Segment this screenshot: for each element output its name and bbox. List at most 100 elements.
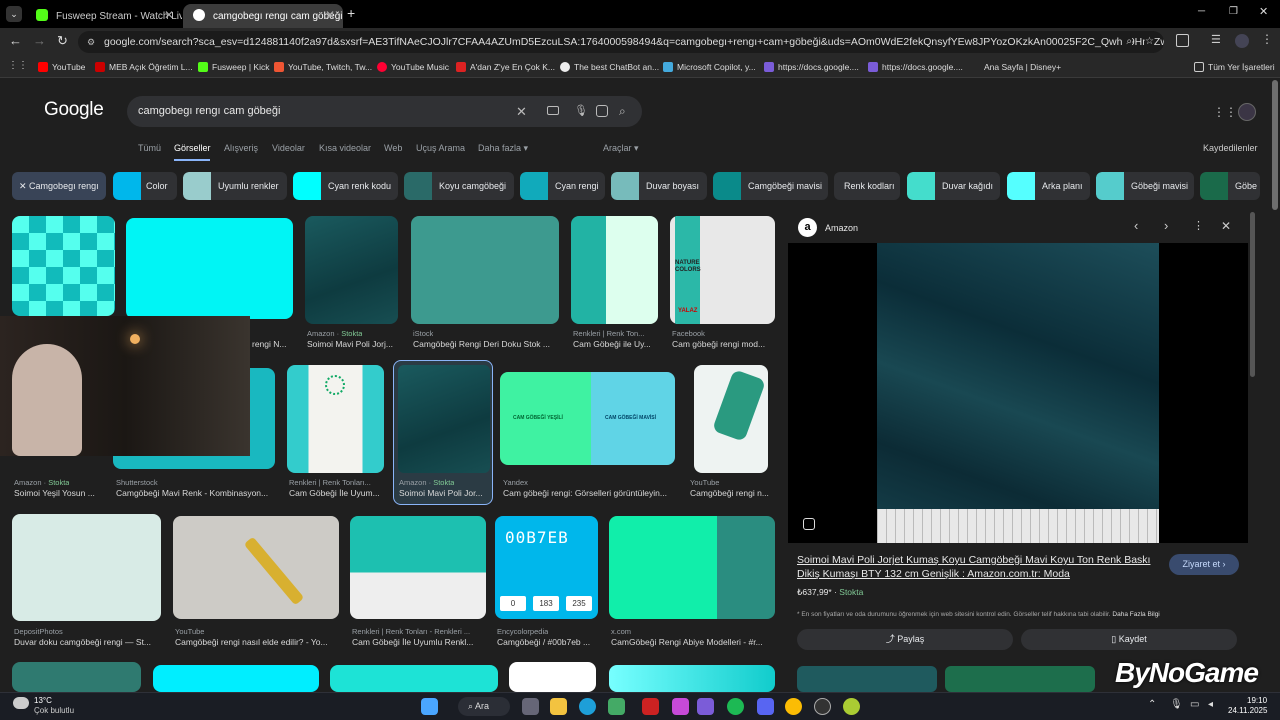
- store-icon[interactable]: [608, 698, 625, 715]
- bookmark-copilot[interactable]: Microsoft Copilot, y...: [663, 60, 756, 74]
- result-caption[interactable]: Camgöbeği / #00b7eb ...: [497, 637, 597, 647]
- mic-icon[interactable]: 🎙: [574, 96, 588, 127]
- chip-duvar-boyasi[interactable]: Duvar boyası: [611, 172, 707, 200]
- image-result[interactable]: [571, 216, 658, 324]
- image-result[interactable]: [126, 218, 293, 319]
- image-result[interactable]: [12, 514, 161, 621]
- image-result[interactable]: 00B7EB 0 183 235: [495, 516, 598, 619]
- image-result[interactable]: [330, 665, 498, 692]
- search-input[interactable]: camgobegı rengı cam göbeği ✕ 🎙 ⌕: [127, 96, 642, 127]
- result-caption[interactable]: Cam Göbeği İle Uyumlu Renkl...: [352, 637, 486, 647]
- bookmark-youtube[interactable]: YouTube: [38, 60, 85, 74]
- temperature[interactable]: 13°C: [34, 696, 52, 705]
- image-result[interactable]: [12, 216, 115, 316]
- bookmark-docs-1[interactable]: https://docs.google....: [764, 60, 859, 74]
- image-result[interactable]: CAM GÖBEĞİ YEŞİLİ CAM GÖBEĞİ MAVİSİ: [500, 372, 675, 465]
- chip-mavisi[interactable]: Camgöbeği mavisi: [713, 172, 828, 200]
- chip-koyu[interactable]: Koyu camgöbeği: [404, 172, 514, 200]
- spotify-icon[interactable]: [727, 698, 744, 715]
- close-tab-icon[interactable]: ✕: [325, 8, 335, 22]
- nav-short-videos[interactable]: Kısa videolar: [319, 143, 371, 153]
- volume-icon[interactable]: ◂: [1208, 699, 1213, 710]
- result-caption[interactable]: Camgöbeği rengi n...: [690, 488, 770, 498]
- nav-flights[interactable]: Uçuş Arama: [416, 143, 465, 153]
- image-result[interactable]: [12, 662, 141, 692]
- google-logo[interactable]: Google: [44, 99, 104, 121]
- image-result[interactable]: [173, 516, 339, 619]
- chip-selected[interactable]: ✕ Camgobegı rengı: [12, 172, 106, 200]
- site-info-icon[interactable]: ⚙: [87, 31, 95, 53]
- bookmark-youtube-music[interactable]: YouTube Music: [377, 60, 449, 74]
- panel-source[interactable]: Amazon: [825, 223, 858, 233]
- extensions-icon[interactable]: [1176, 34, 1189, 47]
- next-icon[interactable]: ›: [1164, 218, 1168, 233]
- bookmark-fusweep[interactable]: Fusweep | Kick: [198, 60, 269, 74]
- image-result[interactable]: [694, 365, 768, 473]
- preview-image[interactable]: [788, 243, 1248, 543]
- bookmark-docs-2[interactable]: https://docs.google....: [868, 60, 963, 74]
- image-result[interactable]: NATURE COLORS YALAZ: [670, 216, 775, 324]
- minimize-icon[interactable]: ─: [1198, 6, 1205, 17]
- result-caption[interactable]: Camgöbeği Mavi Renk - Kombinasyon...: [116, 488, 276, 498]
- result-caption[interactable]: Duvar doku camgöbeği rengi — St...: [14, 637, 162, 647]
- taskbar-search[interactable]: ⌕ Ara: [458, 697, 510, 716]
- chip-gobe[interactable]: Göbe: [1200, 172, 1260, 200]
- related-image[interactable]: [797, 666, 937, 692]
- close-panel-icon[interactable]: ✕: [1221, 219, 1231, 233]
- result-caption[interactable]: Cam göbeği rengi mod...: [672, 339, 772, 349]
- reload-icon[interactable]: ↻: [57, 33, 68, 49]
- image-result[interactable]: [287, 365, 384, 473]
- clock-time[interactable]: 19:10: [1247, 696, 1267, 705]
- all-bookmarks[interactable]: Tüm Yer İşaretleri: [1194, 60, 1275, 74]
- result-caption[interactable]: Camgöbeği rengi nasıl elde edilir? - Yo.…: [175, 637, 337, 647]
- obs-icon[interactable]: [814, 698, 831, 715]
- result-caption[interactable]: rengi N...: [252, 339, 287, 349]
- task-view-icon[interactable]: [522, 698, 539, 715]
- tab-search-icon[interactable]: ⌄: [6, 6, 22, 22]
- result-caption[interactable]: Soimoi Mavi Poli Jorj...: [307, 339, 399, 349]
- account-avatar[interactable]: [1238, 103, 1256, 121]
- nav-all[interactable]: Tümü: [138, 143, 161, 153]
- chip-arka-plani[interactable]: Arka planı: [1007, 172, 1090, 200]
- image-result[interactable]: [609, 665, 775, 692]
- lens-icon[interactable]: [596, 105, 608, 117]
- panel-scrollbar[interactable]: [1250, 212, 1255, 377]
- visit-button[interactable]: Ziyaret et ›: [1169, 554, 1239, 575]
- nav-videos[interactable]: Videolar: [272, 143, 305, 153]
- result-caption[interactable]: Camgöbeği Rengi Deri Doku Stok ...: [413, 339, 558, 349]
- bookmark-meb[interactable]: MEB Açık Öğretim L...: [95, 60, 193, 74]
- chip-cyan-kod[interactable]: Cyan renk kodu: [293, 172, 398, 200]
- nav-shopping[interactable]: Alışveriş: [224, 143, 258, 153]
- image-result[interactable]: [411, 216, 559, 324]
- chrome-icon[interactable]: [785, 698, 802, 715]
- chip-duvar-kagidi[interactable]: Duvar kağıdı: [907, 172, 1000, 200]
- new-tab-button[interactable]: +: [347, 5, 355, 21]
- result-caption[interactable]: Cam Göbeği ile Uy...: [573, 339, 658, 349]
- image-result[interactable]: [609, 516, 775, 619]
- clear-icon[interactable]: ✕: [516, 96, 527, 127]
- result-caption[interactable]: Soimoi Mavi Poli Jor...: [399, 488, 489, 498]
- windows-start-icon[interactable]: [421, 698, 438, 715]
- nav-images[interactable]: Görseller: [174, 143, 211, 153]
- apps-icon[interactable]: ⋮⋮: [8, 60, 28, 71]
- chip-uyumlu[interactable]: Uyumlu renkler: [183, 172, 287, 200]
- page-scrollbar[interactable]: [1272, 80, 1278, 210]
- bookmark-adan-zye[interactable]: A'dan Z'ye En Çok K...: [456, 60, 555, 74]
- chip-color[interactable]: Color: [113, 172, 177, 200]
- bookmark-star-icon[interactable]: ☆: [1145, 31, 1154, 53]
- discord-icon[interactable]: [757, 698, 774, 715]
- image-result[interactable]: [305, 216, 398, 324]
- keyboard-icon[interactable]: [547, 106, 559, 115]
- forward-icon[interactable]: →: [33, 33, 46, 48]
- search-icon[interactable]: ⌕: [619, 96, 626, 127]
- save-button[interactable]: ▯ Kaydet: [1021, 629, 1237, 650]
- chip-renk-kodlari[interactable]: Renk kodları: [834, 172, 900, 200]
- product-title-link[interactable]: Soimoi Mavi Poli Jorjet Kumaş Koyu Camgö…: [797, 553, 1163, 581]
- result-caption[interactable]: Cam göbeği rengi: Görselleri görüntüleyi…: [503, 488, 671, 498]
- media-icon[interactable]: ☰: [1211, 33, 1221, 46]
- image-result[interactable]: [153, 665, 319, 692]
- close-tab-icon[interactable]: ✕: [164, 8, 174, 22]
- profile-avatar[interactable]: [1235, 34, 1249, 48]
- tray-chevron-icon[interactable]: ⌃: [1148, 699, 1156, 710]
- app-icon[interactable]: [642, 698, 659, 715]
